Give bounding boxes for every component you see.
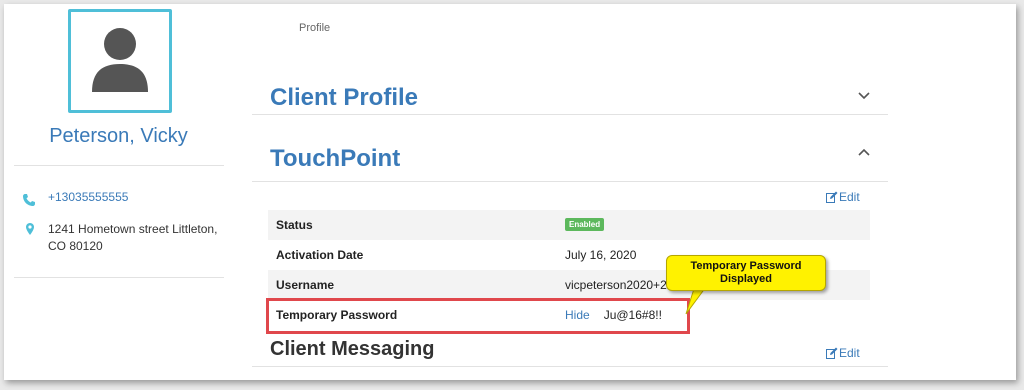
chevron-down-icon[interactable] (858, 92, 870, 100)
touchpoint-heading[interactable]: TouchPoint (270, 145, 400, 173)
divider (14, 277, 224, 278)
user-silhouette-icon (92, 28, 148, 92)
profile-page: Peterson, Vicky +13035555555 1241 Hometo… (4, 4, 1016, 380)
status-label: Status (276, 218, 313, 232)
address-text: 1241 Hometown street Littleton, CO 80120 (48, 222, 218, 253)
phone-icon (23, 194, 35, 206)
activation-date-label: Activation Date (276, 248, 364, 262)
phone-link[interactable]: +13035555555 (48, 190, 128, 204)
table-row: Status Enabled (268, 210, 870, 240)
edit-label: Edit (839, 346, 860, 360)
touchpoint-edit-link[interactable]: Edit (826, 190, 860, 204)
map-marker-icon (26, 223, 34, 235)
client-name: Peterson, Vicky (49, 125, 188, 147)
avatar (68, 9, 172, 113)
username-label: Username (276, 278, 335, 292)
divider (14, 165, 224, 166)
client-messaging-edit-link[interactable]: Edit (826, 346, 860, 360)
divider (252, 181, 888, 182)
status-badge: Enabled (565, 218, 605, 231)
chevron-up-icon[interactable] (858, 148, 870, 156)
breadcrumb: Profile (299, 22, 331, 34)
edit-icon (826, 191, 838, 203)
edit-label: Edit (839, 190, 860, 204)
callout-bubble: Temporary Password Displayed (666, 255, 826, 291)
highlight-box (266, 298, 690, 334)
username-value: vicpeterson2020+2 (565, 278, 667, 292)
client-messaging-heading[interactable]: Client Messaging (270, 338, 434, 361)
divider (252, 114, 888, 115)
activation-date-value: July 16, 2020 (565, 248, 637, 262)
client-profile-heading[interactable]: Client Profile (270, 84, 418, 112)
divider (252, 366, 888, 367)
edit-icon (826, 347, 838, 359)
